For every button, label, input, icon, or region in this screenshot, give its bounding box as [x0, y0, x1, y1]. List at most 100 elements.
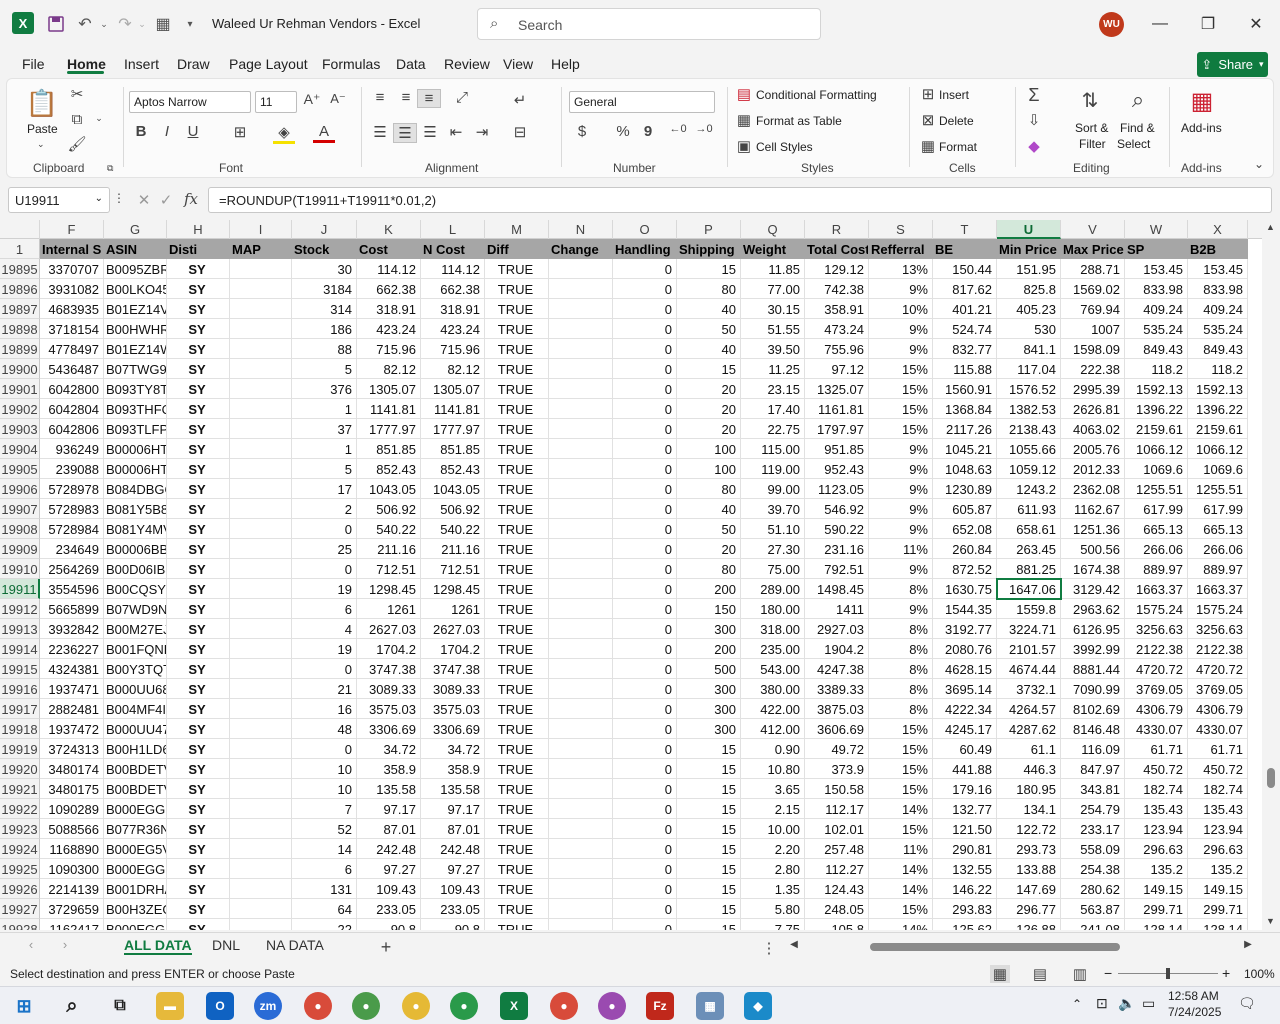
next-sheet-icon[interactable]: › [58, 937, 72, 952]
cell[interactable] [549, 819, 613, 839]
horizontal-scroll-thumb[interactable] [870, 943, 1120, 951]
cell[interactable]: 1168890 [40, 839, 104, 859]
cell[interactable]: 15 [677, 359, 741, 379]
cell[interactable]: 0 [613, 259, 677, 279]
cell[interactable]: SY [167, 339, 230, 359]
insert-cells-button[interactable]: Insert [939, 88, 969, 102]
cell[interactable]: 343.81 [1061, 779, 1125, 799]
cell[interactable]: 524.74 [933, 319, 997, 339]
column-header-g[interactable]: G [104, 220, 167, 239]
cell[interactable]: 15% [869, 719, 933, 739]
cell[interactable] [549, 759, 613, 779]
cell[interactable]: 48 [292, 719, 357, 739]
tab-help[interactable]: Help [551, 56, 580, 72]
cell[interactable]: 2 [292, 499, 357, 519]
cell[interactable]: 1569.02 [1061, 279, 1125, 299]
cell[interactable]: 817.62 [933, 279, 997, 299]
cell[interactable]: 300 [677, 619, 741, 639]
cell[interactable]: 61.71 [1188, 739, 1248, 759]
cell[interactable] [230, 739, 292, 759]
cell[interactable]: SY [167, 259, 230, 279]
increase-decimal-icon[interactable]: ←0 [667, 123, 689, 135]
cell[interactable]: 2995.39 [1061, 379, 1125, 399]
row-header[interactable]: 19918 [0, 719, 40, 739]
cell[interactable]: 2.20 [741, 839, 805, 859]
cell[interactable]: 2159.61 [1125, 419, 1188, 439]
cell[interactable]: 1 [292, 399, 357, 419]
avatar[interactable]: WU [1099, 12, 1124, 37]
cell[interactable]: 1251.36 [1061, 519, 1125, 539]
cell[interactable]: 1261 [421, 599, 485, 619]
cell[interactable]: 3769.05 [1188, 679, 1248, 699]
cell[interactable]: 0 [613, 499, 677, 519]
cell[interactable]: 3554596 [40, 579, 104, 599]
cell[interactable]: 3129.42 [1061, 579, 1125, 599]
cell[interactable]: 3089.33 [421, 679, 485, 699]
cell[interactable]: 97.17 [357, 799, 421, 819]
cell[interactable]: 14% [869, 919, 933, 930]
cell[interactable]: TRUE [485, 659, 549, 679]
clock-time[interactable]: 12:58 AM [1168, 989, 1219, 1003]
cell[interactable]: 3875.03 [805, 699, 869, 719]
row-header[interactable]: 19915 [0, 659, 40, 679]
cell[interactable] [549, 719, 613, 739]
spreadsheet-grid[interactable]: FGHIJKLMNOPQRSTUVWX 1 Internal S ASIN Disti… [0, 220, 1262, 930]
cell[interactable]: BE [933, 239, 997, 259]
cell[interactable]: 792.51 [805, 559, 869, 579]
cell[interactable]: B084DBGC [104, 479, 167, 499]
cell[interactable]: 7090.99 [1061, 679, 1125, 699]
cell[interactable]: 4287.62 [997, 719, 1061, 739]
cell[interactable] [230, 379, 292, 399]
cell[interactable]: 17 [292, 479, 357, 499]
column-header-x[interactable]: X [1188, 220, 1248, 239]
cell[interactable]: B00D06IBS [104, 559, 167, 579]
cell[interactable]: B00H1LD6 [104, 739, 167, 759]
cell[interactable]: 6042804 [40, 399, 104, 419]
cell[interactable]: 293.83 [933, 899, 997, 919]
cell[interactable]: 0 [613, 399, 677, 419]
cell[interactable]: TRUE [485, 379, 549, 399]
cell[interactable]: TRUE [485, 559, 549, 579]
cell[interactable]: 280.62 [1061, 879, 1125, 899]
cell[interactable] [230, 919, 292, 930]
cell[interactable] [549, 519, 613, 539]
cell[interactable]: 116.09 [1061, 739, 1125, 759]
undo-icon[interactable]: ↶ [74, 14, 96, 34]
cell[interactable]: B00H3ZEG [104, 899, 167, 919]
cell[interactable]: N Cost [421, 239, 485, 259]
cell[interactable]: 30.15 [741, 299, 805, 319]
cell[interactable]: 3729659 [40, 899, 104, 919]
cell[interactable]: 1043.05 [357, 479, 421, 499]
cell[interactable] [549, 879, 613, 899]
cell[interactable]: 149.15 [1125, 879, 1188, 899]
cell[interactable] [549, 259, 613, 279]
cell[interactable]: 4628.15 [933, 659, 997, 679]
cell[interactable]: SY [167, 679, 230, 699]
italic-icon[interactable]: I [157, 123, 177, 140]
cell[interactable]: 1 [292, 439, 357, 459]
cell[interactable]: SY [167, 759, 230, 779]
cell[interactable]: 235.00 [741, 639, 805, 659]
more-icon[interactable]: ⋮ [113, 191, 125, 205]
cell[interactable]: 3747.38 [421, 659, 485, 679]
cell[interactable] [230, 579, 292, 599]
cell[interactable]: 15% [869, 899, 933, 919]
cell[interactable]: 1704.2 [357, 639, 421, 659]
cell[interactable] [549, 419, 613, 439]
cell[interactable]: SY [167, 559, 230, 579]
cell[interactable] [230, 719, 292, 739]
cell[interactable] [230, 859, 292, 879]
cell[interactable]: 540.22 [357, 519, 421, 539]
row-header[interactable]: 19896 [0, 279, 40, 299]
cell[interactable]: TRUE [485, 359, 549, 379]
cell[interactable]: 825.8 [997, 279, 1061, 299]
cell[interactable]: 80 [677, 279, 741, 299]
cell[interactable]: 6126.95 [1061, 619, 1125, 639]
cell[interactable]: SY [167, 299, 230, 319]
cell[interactable]: 0 [613, 799, 677, 819]
cell[interactable]: 9% [869, 319, 933, 339]
cell[interactable]: Internal S [40, 239, 104, 259]
cell[interactable]: 4674.44 [997, 659, 1061, 679]
find-select-label-1[interactable]: Find & [1120, 121, 1155, 135]
cell[interactable]: 1592.13 [1188, 379, 1248, 399]
